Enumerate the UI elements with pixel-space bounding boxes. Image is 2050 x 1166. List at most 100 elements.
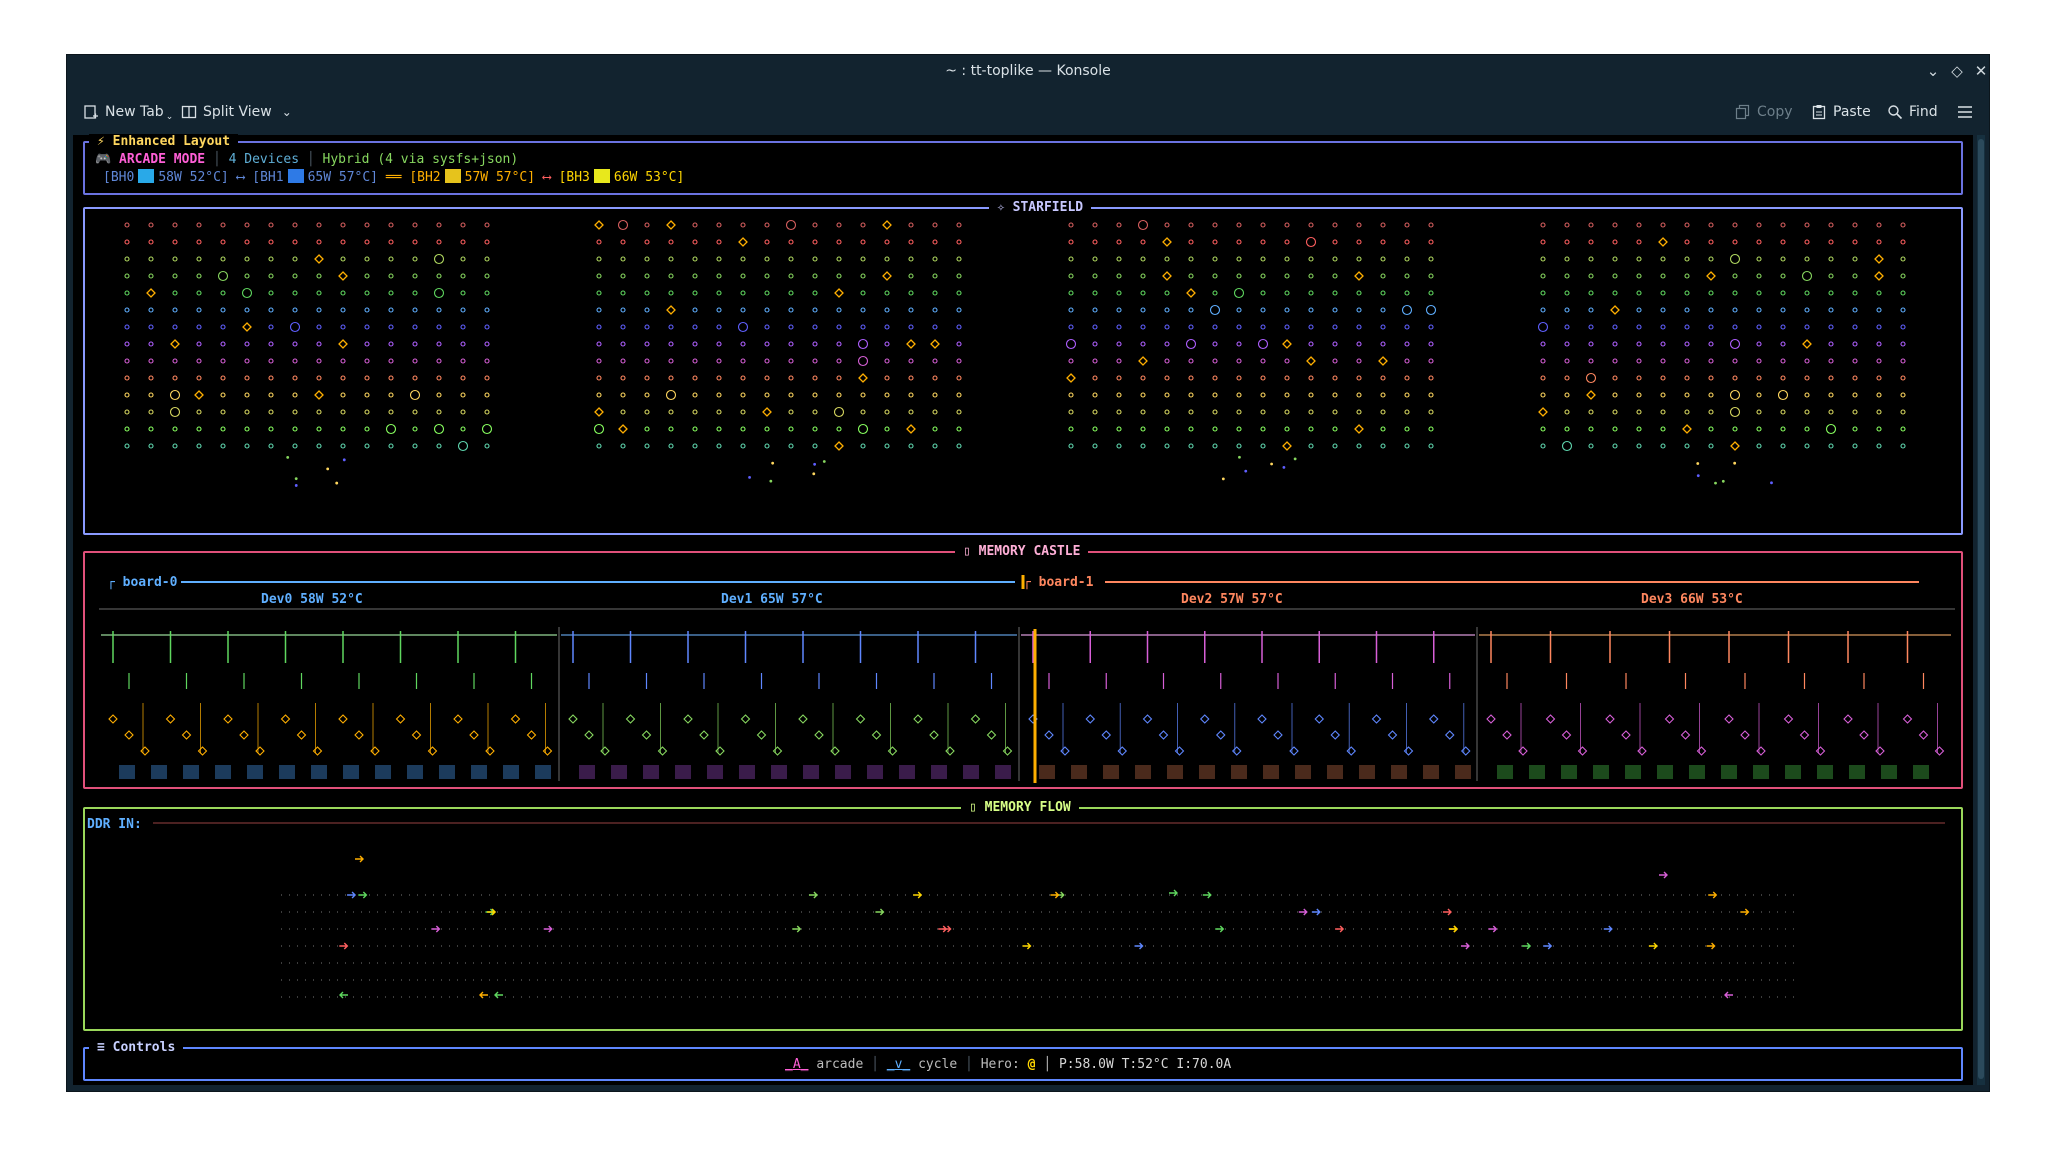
star-diamond — [738, 237, 748, 247]
star — [1137, 219, 1149, 231]
star — [1116, 392, 1122, 398]
star — [316, 290, 322, 296]
arcade-key[interactable]: _A_ — [785, 1057, 808, 1072]
star — [1092, 443, 1098, 449]
castle-gem — [1199, 714, 1210, 724]
star-diamond — [1802, 339, 1812, 349]
star — [788, 426, 794, 432]
star — [1660, 375, 1666, 381]
castle-gem — [255, 746, 265, 756]
star — [1284, 409, 1290, 415]
maximize-icon[interactable]: ◇ — [1947, 61, 1967, 81]
castle-gem — [657, 746, 668, 756]
star — [220, 409, 226, 415]
castle-tile — [1327, 765, 1343, 779]
star — [1612, 290, 1618, 296]
scrollbar[interactable] — [1977, 135, 1985, 1085]
star — [788, 358, 794, 364]
find-button[interactable]: Find — [1887, 101, 1938, 123]
star — [1852, 443, 1858, 449]
star — [460, 307, 466, 313]
star — [836, 273, 842, 279]
flow-packet — [1215, 925, 1225, 933]
star — [1588, 341, 1594, 347]
terminal-area[interactable]: ⚡ Enhanced Layout 🎮 ARCADE MODE │ 4 Devi… — [73, 134, 1973, 1085]
star — [388, 324, 394, 330]
star — [316, 426, 322, 432]
star — [1708, 392, 1714, 398]
cycle-key[interactable]: _v_ — [887, 1057, 910, 1072]
star — [484, 222, 490, 228]
star — [620, 239, 626, 245]
star — [932, 426, 938, 432]
star — [956, 409, 962, 415]
castle-gem — [1215, 730, 1226, 740]
star — [1164, 222, 1170, 228]
copy-button[interactable]: Copy — [1735, 101, 1793, 123]
castle-gem — [469, 730, 479, 740]
star-diamond — [1538, 407, 1548, 417]
star — [292, 222, 298, 228]
star — [908, 392, 914, 398]
flow-packet — [1169, 889, 1178, 897]
star — [220, 341, 226, 347]
star — [620, 409, 626, 415]
star — [716, 256, 722, 262]
star — [220, 222, 226, 228]
toolbar: New Tab ⌄ Split View ⌄ Copy Paste Find — [67, 89, 1989, 135]
castle-gem — [1044, 730, 1054, 740]
star — [196, 409, 202, 415]
star — [1900, 392, 1906, 398]
new-tab-button[interactable]: New Tab ⌄ — [83, 101, 173, 123]
star — [620, 392, 626, 398]
star — [593, 423, 605, 435]
star — [1236, 307, 1242, 313]
minimize-icon[interactable]: ⌄ — [1923, 61, 1943, 81]
star — [1876, 290, 1882, 296]
star — [1404, 426, 1410, 432]
castle-gem — [1859, 730, 1869, 740]
star — [1140, 239, 1146, 245]
star — [1308, 341, 1314, 347]
flow-canvas — [153, 822, 1945, 999]
castle-tile — [119, 765, 135, 779]
hamburger-menu-icon[interactable] — [1957, 101, 1973, 123]
split-view-button[interactable]: Split View ⌄ — [181, 101, 292, 123]
star — [1260, 426, 1266, 432]
star — [1356, 358, 1362, 364]
star — [1729, 253, 1741, 265]
star — [292, 290, 298, 296]
star — [1828, 341, 1834, 347]
star — [412, 307, 418, 313]
castle-tile — [931, 765, 947, 779]
star — [1612, 239, 1618, 245]
star — [1356, 409, 1362, 415]
scrollbar-thumb[interactable] — [1978, 139, 1984, 1079]
star — [812, 409, 818, 415]
star — [364, 341, 370, 347]
bh2-stats: 57W 57°C] — [464, 170, 536, 185]
star — [908, 239, 914, 245]
star — [932, 324, 938, 330]
star — [292, 273, 298, 279]
star — [316, 358, 322, 364]
star-diamond — [618, 424, 628, 434]
star — [1068, 307, 1074, 313]
star — [1428, 341, 1434, 347]
star — [1660, 324, 1666, 330]
star — [1116, 341, 1122, 347]
star-diamond — [906, 424, 916, 434]
star — [1185, 338, 1197, 350]
star — [764, 290, 770, 296]
star — [884, 256, 890, 262]
star — [1708, 443, 1714, 449]
paste-button[interactable]: Paste — [1811, 101, 1871, 123]
castle-gem — [223, 714, 233, 724]
close-icon[interactable]: ✕ — [1971, 61, 1991, 81]
castle-tile — [611, 765, 627, 779]
star — [1209, 304, 1221, 316]
chevron-down-icon: ⌄ — [281, 105, 292, 119]
star — [1756, 307, 1762, 313]
star — [1332, 443, 1338, 449]
star — [340, 443, 346, 449]
